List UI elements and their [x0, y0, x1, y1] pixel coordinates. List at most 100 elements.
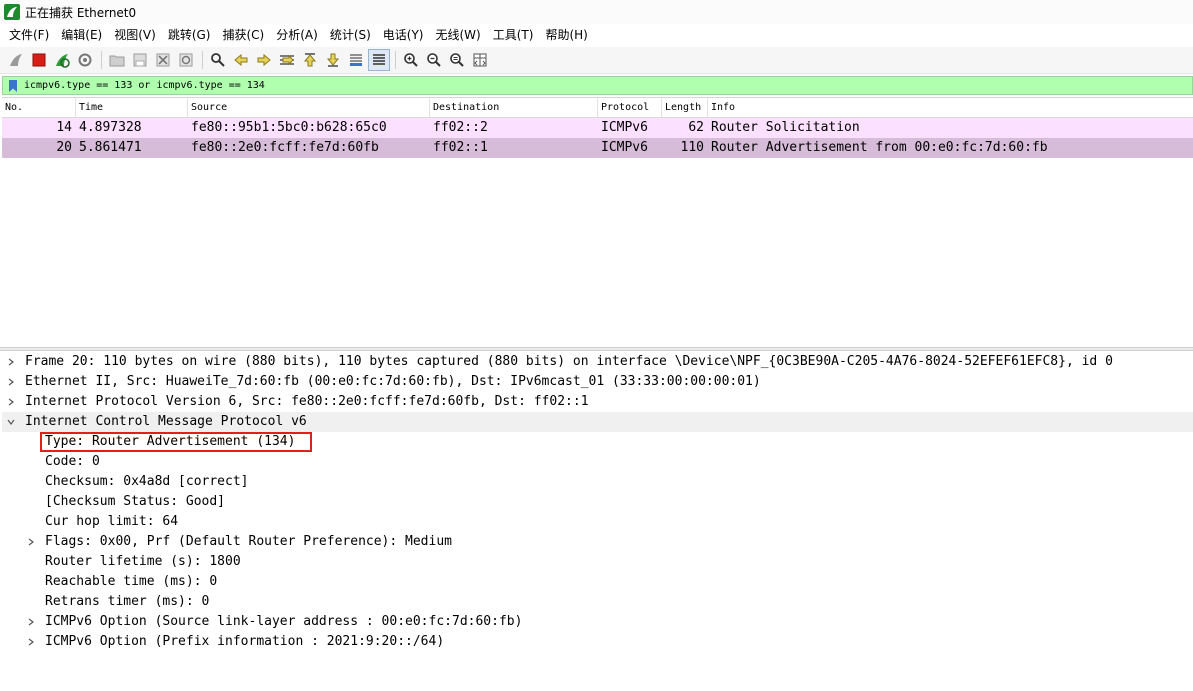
chevron-right-icon[interactable]: [25, 532, 37, 552]
tree-field-checksum-status[interactable]: [Checksum Status: Good]: [2, 492, 1193, 512]
tree-field-label: ICMPv6 Option (Prefix information : 2021…: [45, 634, 445, 649]
column-header-info[interactable]: Info: [708, 98, 1193, 117]
tree-item-frame[interactable]: Frame 20: 110 bytes on wire (880 bits), …: [2, 352, 1193, 372]
tree-field-label: Router lifetime (s): 1800: [45, 554, 241, 569]
tree-item-label: Internet Control Message Protocol v6: [25, 414, 307, 429]
normal-size-icon[interactable]: [446, 49, 468, 71]
toolbar-separator: [395, 51, 396, 69]
close-file-icon[interactable]: [152, 49, 174, 71]
menu-help[interactable]: 帮助(H): [539, 24, 593, 46]
resize-columns-icon[interactable]: [469, 49, 491, 71]
shark-fin-start-icon[interactable]: [5, 49, 27, 71]
title-bar: 正在捕获 Ethernet0: [0, 0, 1193, 24]
first-packet-icon[interactable]: [299, 49, 321, 71]
tree-field-label: [Checksum Status: Good]: [45, 494, 226, 509]
column-header-time[interactable]: Time: [76, 98, 188, 117]
tree-field-label: Checksum: 0x4a8d [correct]: [45, 474, 249, 489]
colorize-icon[interactable]: [368, 49, 390, 71]
tree-item-ipv6[interactable]: Internet Protocol Version 6, Src: fe80::…: [2, 392, 1193, 412]
tree-field-label: Code: 0: [45, 454, 100, 469]
menu-capture[interactable]: 捕获(C): [216, 24, 270, 46]
packet-row-selected[interactable]: 20 5.861471 fe80::2e0:fcff:fe7d:60fb ff0…: [2, 138, 1193, 158]
tree-item-label: Internet Protocol Version 6, Src: fe80::…: [25, 394, 589, 409]
zoom-in-icon[interactable]: [400, 49, 422, 71]
cell-info: Router Solicitation: [711, 120, 860, 135]
tree-field-option-source-ll[interactable]: ICMPv6 Option (Source link-layer address…: [2, 612, 1193, 632]
tree-field-option-prefix[interactable]: ICMPv6 Option (Prefix information : 2021…: [2, 632, 1193, 652]
menu-telephony[interactable]: 电话(Y): [377, 24, 430, 46]
autoscroll-icon[interactable]: [345, 49, 367, 71]
menu-file[interactable]: 文件(F): [3, 24, 55, 46]
menu-go[interactable]: 跳转(G): [162, 24, 217, 46]
reload-icon[interactable]: [175, 49, 197, 71]
pane-splitter[interactable]: [0, 347, 1193, 351]
chevron-right-icon[interactable]: [25, 612, 37, 632]
restart-icon[interactable]: [51, 49, 73, 71]
packet-details-tree: Frame 20: 110 bytes on wire (880 bits), …: [2, 352, 1193, 691]
cell-protocol: ICMPv6: [601, 120, 648, 135]
tree-field-label: Retrans timer (ms): 0: [45, 594, 210, 609]
highlight-box: [40, 432, 312, 452]
open-file-icon[interactable]: [106, 49, 128, 71]
packet-row[interactable]: 14 4.897328 fe80::95b1:5bc0:b628:65c0 ff…: [2, 118, 1193, 138]
tree-field-label: Cur hop limit: 64: [45, 514, 179, 529]
column-header-no[interactable]: No.: [2, 98, 76, 117]
menu-statistics[interactable]: 统计(S): [324, 24, 377, 46]
tree-item-ethernet[interactable]: Ethernet II, Src: HuaweiTe_7d:60:fb (00:…: [2, 372, 1193, 392]
capture-options-icon[interactable]: [74, 49, 96, 71]
toolbar-separator: [202, 51, 203, 69]
packet-list-header: No. Time Source Destination Protocol Len…: [2, 98, 1193, 118]
menu-analyze[interactable]: 分析(A): [270, 24, 324, 46]
display-filter-bar[interactable]: icmpv6.type == 133 or icmpv6.type == 134: [2, 76, 1193, 95]
tree-item-icmpv6[interactable]: Internet Control Message Protocol v6: [2, 412, 1193, 432]
menu-view[interactable]: 视图(V): [108, 24, 162, 46]
go-back-icon[interactable]: [230, 49, 252, 71]
tree-field-checksum[interactable]: Checksum: 0x4a8d [correct]: [2, 472, 1193, 492]
chevron-down-icon[interactable]: [5, 412, 17, 432]
zoom-out-icon[interactable]: [423, 49, 445, 71]
tree-item-label: Frame 20: 110 bytes on wire (880 bits), …: [25, 354, 1113, 369]
bookmark-icon[interactable]: [6, 77, 20, 94]
save-file-icon[interactable]: [129, 49, 151, 71]
chevron-right-icon[interactable]: [25, 632, 37, 652]
cell-source: fe80::2e0:fcff:fe7d:60fb: [191, 140, 379, 155]
chevron-right-icon[interactable]: [5, 352, 17, 372]
tree-item-label: Ethernet II, Src: HuaweiTe_7d:60:fb (00:…: [25, 374, 761, 389]
cell-destination: ff02::1: [433, 140, 488, 155]
go-forward-icon[interactable]: [253, 49, 275, 71]
packet-list: No. Time Source Destination Protocol Len…: [2, 97, 1193, 347]
menu-edit[interactable]: 编辑(E): [55, 24, 108, 46]
wireshark-logo-icon: [4, 4, 20, 20]
menu-bar: 文件(F) 编辑(E) 视图(V) 跳转(G) 捕获(C) 分析(A) 统计(S…: [0, 24, 1193, 46]
menu-tools[interactable]: 工具(T): [487, 24, 540, 46]
column-header-length[interactable]: Length: [662, 98, 708, 117]
tree-field-label: Flags: 0x00, Prf (Default Router Prefere…: [45, 534, 452, 549]
tree-field-router-lifetime[interactable]: Router lifetime (s): 1800: [2, 552, 1193, 572]
cell-source: fe80::95b1:5bc0:b628:65c0: [191, 120, 387, 135]
tree-field-retrans-timer[interactable]: Retrans timer (ms): 0: [2, 592, 1193, 612]
tree-field-reachable-time[interactable]: Reachable time (ms): 0: [2, 572, 1193, 592]
find-icon[interactable]: [207, 49, 229, 71]
menu-wireless[interactable]: 无线(W): [430, 24, 487, 46]
window-title: 正在捕获 Ethernet0: [25, 5, 137, 20]
stop-icon[interactable]: [28, 49, 50, 71]
tree-field-label: ICMPv6 Option (Source link-layer address…: [45, 614, 523, 629]
chevron-right-icon[interactable]: [5, 372, 17, 392]
column-header-source[interactable]: Source: [188, 98, 430, 117]
cell-length: 110: [680, 140, 704, 155]
go-to-packet-icon[interactable]: [276, 49, 298, 71]
tree-field-flags[interactable]: Flags: 0x00, Prf (Default Router Prefere…: [2, 532, 1193, 552]
display-filter-input[interactable]: icmpv6.type == 133 or icmpv6.type == 134: [24, 80, 265, 91]
last-packet-icon[interactable]: [322, 49, 344, 71]
cell-info: Router Advertisement from 00:e0:fc:7d:60…: [711, 140, 1048, 155]
tree-field-type[interactable]: Type: Router Advertisement (134): [2, 432, 1193, 452]
cell-time: 4.897328: [79, 120, 142, 135]
cell-protocol: ICMPv6: [601, 140, 648, 155]
cell-length: 62: [688, 120, 704, 135]
cell-destination: ff02::2: [433, 120, 488, 135]
column-header-destination[interactable]: Destination: [430, 98, 598, 117]
tree-field-code[interactable]: Code: 0: [2, 452, 1193, 472]
column-header-protocol[interactable]: Protocol: [598, 98, 662, 117]
tree-field-cur-hop-limit[interactable]: Cur hop limit: 64: [2, 512, 1193, 532]
chevron-right-icon[interactable]: [5, 392, 17, 412]
